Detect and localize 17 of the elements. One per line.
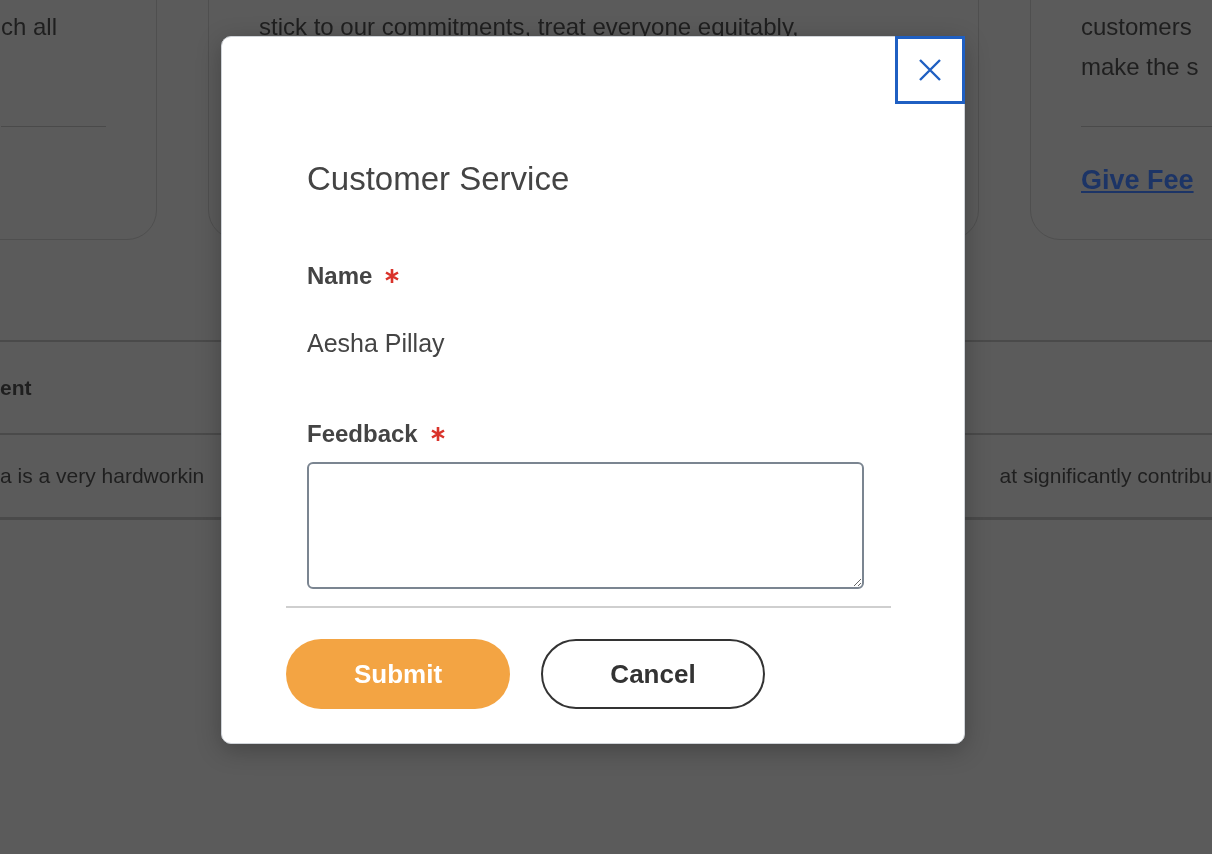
table-cell: a is a very hardworkin — [0, 464, 205, 488]
table-cell: at significantly contribu — [999, 464, 1212, 488]
feedback-field[interactable] — [307, 462, 864, 589]
column-header: ent — [0, 375, 32, 400]
field-label: Feedback — [307, 420, 418, 448]
card-text: stick to our commitments, treat everyone equitably, — [259, 12, 800, 42]
card-text: make the s — [1081, 52, 1200, 82]
field-label: Name — [307, 262, 373, 290]
submit-button[interactable]: Submit — [286, 639, 510, 709]
close-button[interactable] — [895, 36, 965, 104]
card-text: ch all — [1, 12, 59, 42]
cancel-button[interactable]: Cancel — [541, 639, 765, 709]
name-value: Aesha Pillay — [307, 329, 446, 357]
card-text: customers — [1081, 12, 1193, 42]
dialog-title: Customer Service — [307, 160, 571, 198]
close-icon — [919, 59, 941, 81]
give-feedback-link[interactable]: Give Fee — [1081, 165, 1212, 196]
